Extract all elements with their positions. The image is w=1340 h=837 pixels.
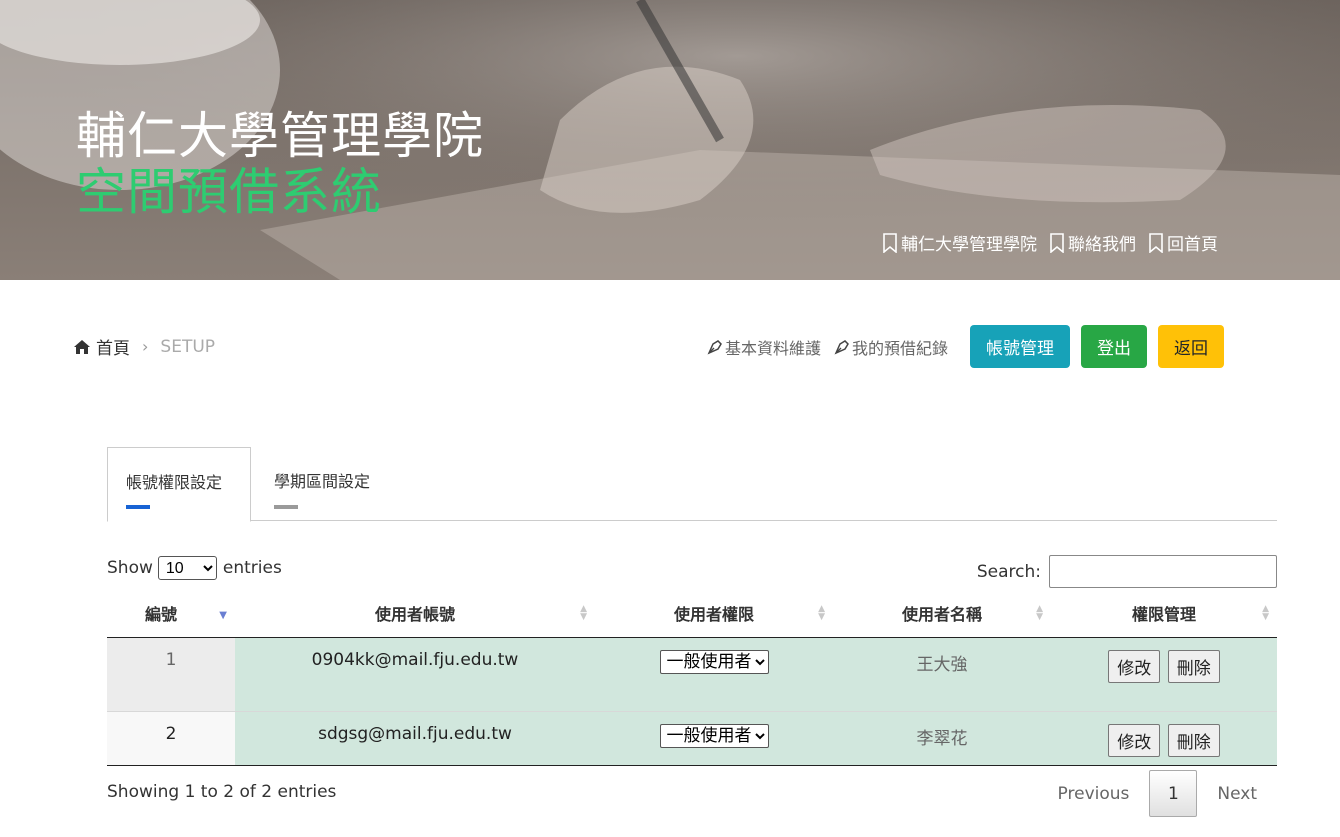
- breadcrumb: 首頁 › SETUP: [73, 334, 215, 359]
- bookmark-icon: [1149, 233, 1163, 253]
- tab-account-permissions[interactable]: 帳號權限設定: [107, 447, 251, 522]
- sort-icon: ▲ ▼: [1262, 604, 1269, 622]
- hero-link-fju[interactable]: 輔仁大學管理學院: [882, 230, 1037, 255]
- hero-link-home-label: 回首頁: [1167, 235, 1218, 255]
- row-role-cell: 一般使用者: [595, 637, 833, 712]
- column-header-actions[interactable]: 權限管理 ▲ ▼: [1051, 590, 1277, 638]
- page-1-button[interactable]: 1: [1149, 770, 1198, 817]
- pen-nib-icon: [834, 339, 849, 354]
- booking-records-link[interactable]: 我的預借紀錄: [833, 335, 948, 359]
- column-header-role[interactable]: 使用者權限 ▲ ▼: [595, 590, 833, 638]
- row-id: 1: [107, 637, 235, 712]
- logout-button[interactable]: 登出: [1081, 325, 1147, 368]
- column-header-account-label: 使用者帳號: [374, 605, 455, 625]
- sort-icon: ▲ ▼: [1036, 604, 1043, 622]
- hero-nav: 輔仁大學管理學院 聯絡我們 回首頁: [882, 230, 1218, 255]
- column-header-account[interactable]: 使用者帳號 ▲ ▼: [235, 590, 595, 638]
- search-input[interactable]: [1049, 555, 1277, 588]
- delete-button[interactable]: 刪除: [1167, 723, 1220, 757]
- table-row: 1 0904kk@mail.fju.edu.tw 一般使用者 王大強 修改 刪除: [107, 637, 1277, 712]
- row-id: 2: [107, 711, 235, 766]
- column-header-name-label: 使用者名稱: [901, 605, 982, 625]
- sort-icon: ▲ ▼: [580, 604, 587, 622]
- previous-page-button[interactable]: Previous: [1038, 784, 1150, 804]
- page-length-control: Show 10 entries: [107, 556, 282, 580]
- column-header-id[interactable]: 編號 ▼: [107, 590, 235, 638]
- site-title-line2: 空間預借系統: [76, 163, 382, 221]
- role-select[interactable]: 一般使用者: [659, 649, 769, 674]
- edit-button[interactable]: 修改: [1108, 649, 1161, 683]
- edit-button[interactable]: 修改: [1108, 723, 1161, 757]
- sort-ascending-icon: ▼: [219, 610, 227, 621]
- column-header-name[interactable]: 使用者名稱 ▲ ▼: [833, 590, 1051, 638]
- entries-label: entries: [222, 558, 282, 578]
- row-actions: 修改 刪除: [1051, 637, 1277, 712]
- toolbar-actions: 基本資料維護 我的預借紀錄 帳號管理 登出 返回: [706, 325, 1224, 368]
- tab-active-indicator: [126, 505, 150, 509]
- bookmark-icon: [883, 233, 897, 253]
- chevron-right-icon: ›: [142, 337, 149, 356]
- home-icon: [74, 339, 90, 354]
- breadcrumb-current: SETUP: [160, 336, 216, 357]
- hero-link-home[interactable]: 回首頁: [1148, 230, 1218, 255]
- site-title-line1: 輔仁大學管理學院: [76, 107, 484, 165]
- tab-semester-period-label: 學期區間設定: [274, 472, 371, 491]
- hero-link-contact-label: 聯絡我們: [1068, 235, 1136, 255]
- site-title: 輔仁大學管理學院 空間預借系統: [76, 108, 484, 220]
- breadcrumb-home[interactable]: 首頁: [96, 334, 130, 359]
- delete-button[interactable]: 刪除: [1167, 649, 1220, 683]
- hero-link-fju-label: 輔仁大學管理學院: [901, 235, 1037, 255]
- page-length-select[interactable]: 10: [157, 556, 217, 580]
- pen-nib-icon: [707, 339, 722, 354]
- booking-records-link-label: 我的預借紀錄: [851, 338, 948, 358]
- profile-link-label: 基本資料維護: [724, 338, 821, 358]
- search-label: Search:: [976, 561, 1041, 582]
- bookmark-icon: [1050, 233, 1064, 253]
- back-button[interactable]: 返回: [1158, 325, 1224, 368]
- tab-account-permissions-label: 帳號權限設定: [126, 473, 223, 492]
- pagination: Previous 1 Next: [1038, 770, 1277, 817]
- table-row: 2 sdgsg@mail.fju.edu.tw 一般使用者 李翠花 修改 刪除: [107, 711, 1277, 766]
- next-page-button[interactable]: Next: [1197, 784, 1277, 804]
- hero-link-contact[interactable]: 聯絡我們: [1049, 230, 1136, 255]
- column-header-id-label: 編號: [144, 605, 177, 625]
- search-control: Search:: [977, 555, 1277, 588]
- row-account: 0904kk@mail.fju.edu.tw: [235, 637, 595, 712]
- profile-link[interactable]: 基本資料維護: [706, 335, 821, 359]
- settings-tabs: 帳號權限設定 學期區間設定: [107, 447, 1277, 522]
- sort-icon: ▲ ▼: [818, 604, 825, 622]
- account-management-button[interactable]: 帳號管理: [970, 325, 1070, 368]
- row-user-name: 李翠花: [833, 711, 1051, 766]
- accounts-table: 編號 ▼ 使用者帳號 ▲ ▼ 使用者權限 ▲ ▼ 使用者名稱 ▲ ▼ 權限管理 ▲ ▼ …: [107, 590, 1277, 766]
- row-role-cell: 一般使用者: [595, 711, 833, 766]
- table-info: Showing 1 to 2 of 2 entries: [107, 782, 337, 802]
- tab-semester-period[interactable]: 學期區間設定: [256, 447, 388, 521]
- hero-banner: 輔仁大學管理學院 空間預借系統 輔仁大學管理學院 聯絡我們 回首頁: [0, 0, 1340, 280]
- show-label: Show: [107, 558, 153, 578]
- table-header-row: 編號 ▼ 使用者帳號 ▲ ▼ 使用者權限 ▲ ▼ 使用者名稱 ▲ ▼ 權限管理 ▲ ▼: [107, 590, 1277, 638]
- row-account: sdgsg@mail.fju.edu.tw: [235, 711, 595, 766]
- column-header-role-label: 使用者權限: [673, 605, 754, 625]
- row-user-name: 王大強: [833, 637, 1051, 712]
- row-actions: 修改 刪除: [1051, 711, 1277, 766]
- role-select[interactable]: 一般使用者: [659, 723, 769, 748]
- column-header-actions-label: 權限管理: [1131, 605, 1196, 625]
- tab-indicator: [274, 505, 298, 509]
